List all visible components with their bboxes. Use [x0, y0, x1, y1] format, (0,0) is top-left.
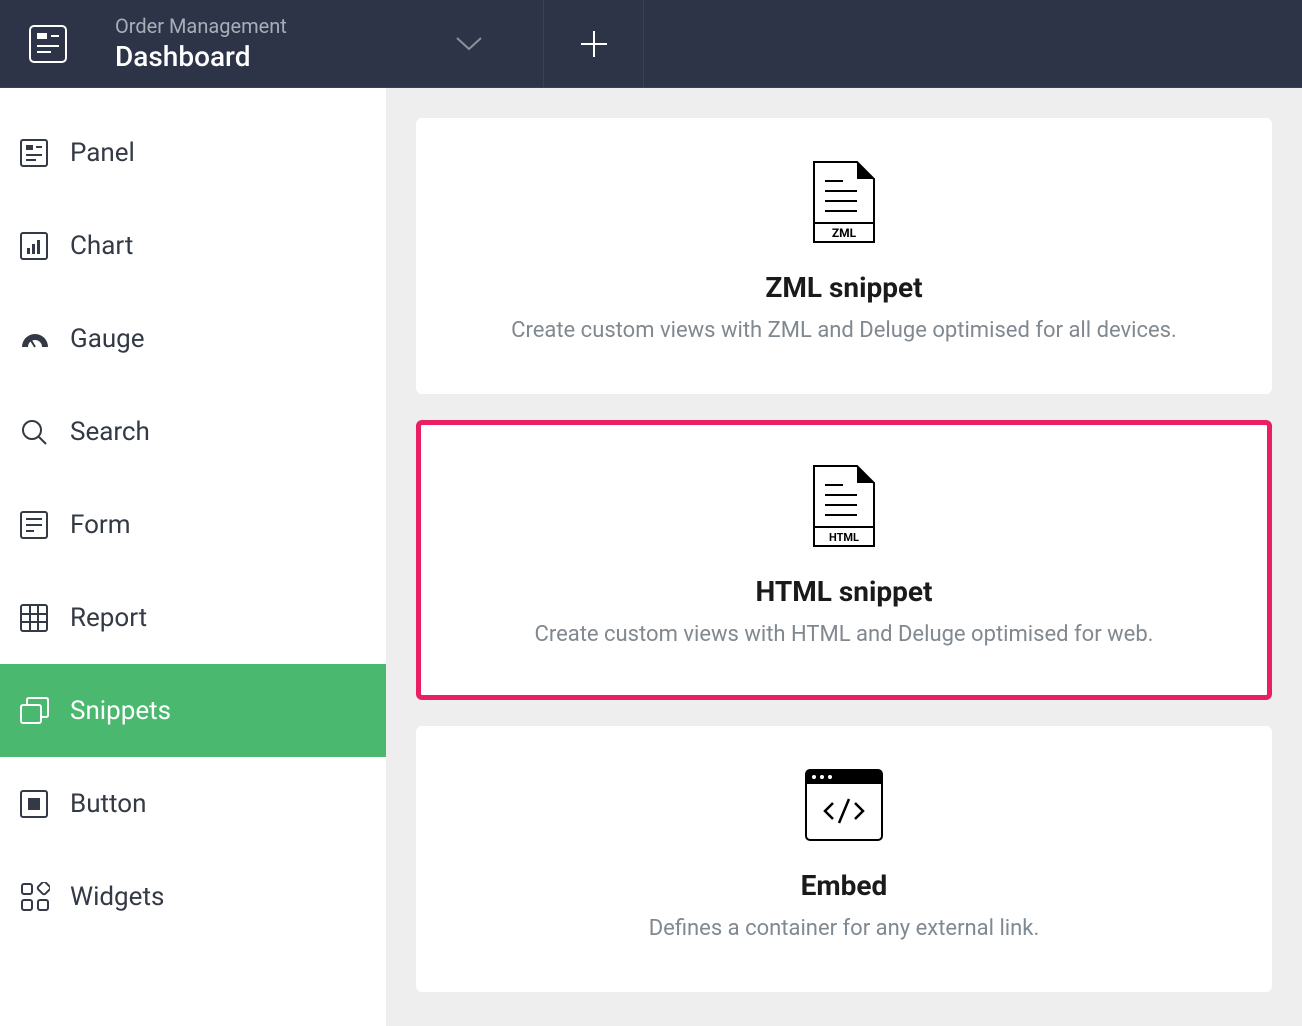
card-description: Create custom views with HTML and Deluge…: [461, 622, 1227, 647]
widgets-icon: [20, 882, 70, 912]
svg-text:HTML: HTML: [829, 531, 859, 544]
card-description: Defines a container for any external lin…: [459, 916, 1229, 941]
sidebar-item-label: Snippets: [70, 696, 171, 726]
sidebar-item-label: Report: [70, 603, 147, 633]
gauge-icon: [20, 329, 70, 349]
sidebar-item-report[interactable]: Report: [0, 571, 386, 664]
sidebar-item-label: Panel: [70, 138, 135, 168]
panel-icon: [20, 139, 70, 167]
card-description: Create custom views with ZML and Deluge …: [459, 318, 1229, 343]
sidebar-item-label: Button: [70, 789, 146, 819]
card-html-snippet[interactable]: HTML HTML snippet Create custom views wi…: [416, 420, 1272, 700]
card-title: HTML snippet: [461, 575, 1227, 608]
embed-window-icon: [459, 769, 1229, 841]
sidebar: Panel Chart Gauge: [0, 88, 386, 1026]
card-title: Embed: [459, 869, 1229, 902]
sidebar-item-snippets[interactable]: Snippets: [0, 664, 386, 757]
form-icon: [20, 511, 70, 539]
app-logo: [0, 25, 95, 63]
header-title: Dashboard: [115, 40, 455, 73]
sidebar-item-panel[interactable]: Panel: [0, 106, 386, 199]
search-icon: [20, 418, 70, 446]
sidebar-item-button[interactable]: Button: [0, 757, 386, 850]
header: Order Management Dashboard: [0, 0, 1302, 88]
report-icon: [20, 604, 70, 632]
sidebar-item-form[interactable]: Form: [0, 478, 386, 571]
sidebar-item-gauge[interactable]: Gauge: [0, 292, 386, 385]
sidebar-item-label: Search: [70, 417, 150, 447]
sidebar-item-label: Widgets: [70, 882, 164, 912]
card-zml-snippet[interactable]: ZML ZML snippet Create custom views with…: [416, 118, 1272, 394]
sidebar-item-widgets[interactable]: Widgets: [0, 850, 386, 943]
plus-icon: [579, 29, 609, 59]
card-title: ZML snippet: [459, 271, 1229, 304]
sidebar-item-label: Chart: [70, 231, 133, 261]
sidebar-item-chart[interactable]: Chart: [0, 199, 386, 292]
sidebar-item-label: Gauge: [70, 324, 145, 354]
header-title-section[interactable]: Order Management Dashboard: [95, 0, 544, 87]
button-icon: [20, 790, 70, 818]
zml-document-icon: ZML: [459, 161, 1229, 243]
chart-icon: [20, 232, 70, 260]
html-document-icon: HTML: [461, 465, 1227, 547]
main-content: ZML ZML snippet Create custom views with…: [386, 88, 1302, 1026]
header-subtitle: Order Management: [115, 14, 455, 38]
sidebar-item-search[interactable]: Search: [0, 385, 386, 478]
snippets-icon: [20, 697, 70, 725]
add-button[interactable]: [544, 0, 644, 87]
chevron-down-icon[interactable]: [455, 36, 513, 52]
svg-text:ZML: ZML: [832, 226, 857, 240]
sidebar-item-label: Form: [70, 510, 131, 540]
card-embed[interactable]: Embed Defines a container for any extern…: [416, 726, 1272, 992]
